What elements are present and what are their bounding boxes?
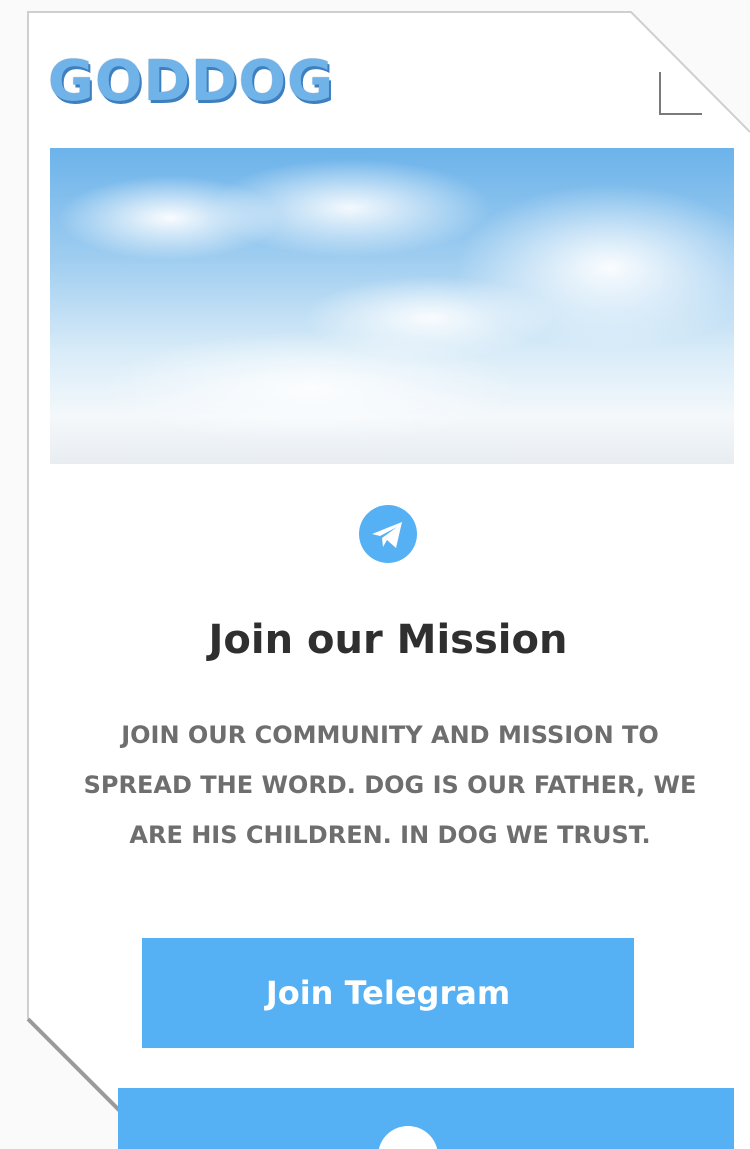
mission-title: Join our Mission [208,617,568,663]
next-section [118,1088,734,1149]
telegram-icon[interactable] [359,505,417,563]
site-logo[interactable]: GODDOG [48,50,334,114]
page: GODDOG Join our Mission Join our communi… [0,0,750,1149]
section-icon [378,1126,438,1149]
join-telegram-button[interactable]: Join Telegram [142,938,634,1048]
menu-button[interactable] [656,70,704,116]
mission-description: Join our community and mission to spread… [83,721,697,849]
hero-image [50,148,734,464]
menu-icon [659,72,702,115]
